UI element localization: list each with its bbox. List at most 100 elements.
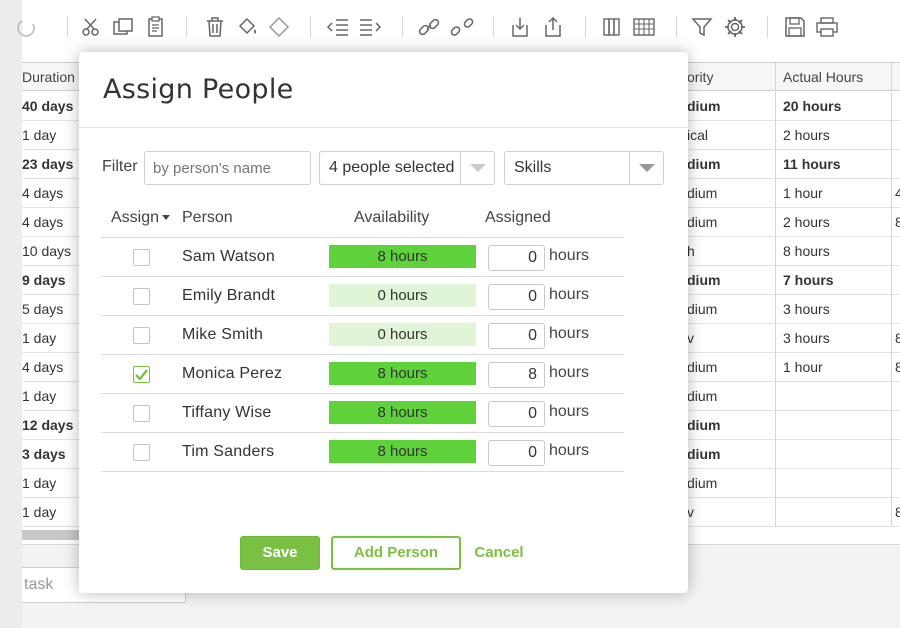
availability-bar: 0 hours [329, 323, 476, 346]
person-row: Tim Sanders 8 hours 0 hours [101, 433, 624, 472]
next-column-cell[interactable] [891, 411, 900, 440]
priority-cell[interactable]: h [687, 237, 775, 266]
priority-cell[interactable]: dium [687, 353, 775, 382]
next-column-cell[interactable]: 8 [891, 353, 900, 382]
actual-hours-cell[interactable]: 1 hour [775, 353, 891, 382]
actual-hours-cell[interactable]: 2 hours [775, 208, 891, 237]
assigned-hours-input[interactable]: 8 [488, 362, 545, 388]
people-select-dropdown[interactable]: 4 people selected [319, 151, 495, 185]
hours-unit-label: hours [549, 364, 590, 381]
actual-hours-cell[interactable] [775, 469, 891, 498]
priority-cell[interactable]: dium [687, 150, 775, 179]
assign-checkbox[interactable] [133, 249, 150, 266]
link-icon[interactable] [416, 14, 442, 40]
assigned-hours-input[interactable]: 0 [488, 245, 545, 271]
actual-hours-cell[interactable] [775, 498, 891, 527]
assign-checkbox[interactable] [133, 288, 150, 305]
priority-cell[interactable]: dium [687, 266, 775, 295]
save-button[interactable]: Save [240, 536, 320, 570]
filter-icon[interactable] [689, 14, 715, 40]
actual-hours-cell[interactable]: 1 hour [775, 179, 891, 208]
assign-checkbox[interactable] [133, 366, 150, 383]
cut-icon[interactable] [78, 14, 104, 40]
priority-cell[interactable]: ical [687, 121, 775, 150]
column-header-priority[interactable]: ority [687, 62, 775, 91]
priority-cell[interactable]: dium [687, 469, 775, 498]
next-column-cell[interactable]: 8 [891, 208, 900, 237]
assign-column-header[interactable]: Assign [111, 209, 171, 227]
unlink-icon[interactable] [449, 14, 475, 40]
next-column-cell[interactable]: 4 [891, 179, 900, 208]
fill-color-icon[interactable] [234, 14, 260, 40]
eraser-icon[interactable] [266, 14, 292, 40]
actual-hours-cell[interactable]: 8 hours [775, 237, 891, 266]
column-header-next[interactable] [891, 62, 900, 91]
assigned-hours-input[interactable]: 0 [488, 401, 545, 427]
settings-icon[interactable] [722, 14, 748, 40]
columns-icon[interactable] [599, 14, 625, 40]
assigned-hours-input[interactable]: 0 [488, 440, 545, 466]
assigned-hours-input[interactable]: 0 [488, 323, 545, 349]
actual-hours-cell[interactable]: 7 hours [775, 266, 891, 295]
chevron-down-icon[interactable] [460, 152, 494, 184]
actual-hours-cell[interactable]: 20 hours [775, 92, 891, 121]
indent-icon[interactable] [357, 14, 383, 40]
assign-checkbox[interactable] [133, 405, 150, 422]
copy-icon[interactable] [110, 14, 136, 40]
toolbar-separator [493, 16, 494, 38]
next-column-cell[interactable] [891, 295, 900, 324]
import-icon[interactable] [507, 14, 533, 40]
next-column-cell[interactable] [891, 469, 900, 498]
assigned-hours-input[interactable]: 0 [488, 284, 545, 310]
people-select-value: 4 people selected [329, 159, 455, 176]
priority-cell[interactable]: dium [687, 411, 775, 440]
actual-hours-cell[interactable]: 11 hours [775, 150, 891, 179]
priority-cell[interactable]: dium [687, 208, 775, 237]
actual-hours-cell[interactable] [775, 382, 891, 411]
priority-cell[interactable]: v [687, 324, 775, 353]
outdent-icon[interactable] [325, 14, 351, 40]
actual-hours-cell[interactable]: 3 hours [775, 295, 891, 324]
save-icon[interactable] [782, 14, 808, 40]
person-name: Sam Watson [182, 248, 275, 265]
print-icon[interactable] [814, 14, 840, 40]
next-column-cell[interactable] [891, 266, 900, 295]
next-column-cell[interactable]: 8 [891, 498, 900, 527]
person-name-filter-input[interactable] [144, 151, 311, 185]
priority-cell[interactable]: v [687, 498, 775, 527]
next-column-cell[interactable] [891, 382, 900, 411]
actual-hours-cell[interactable] [775, 440, 891, 469]
priority-cell[interactable]: dium [687, 382, 775, 411]
assign-checkbox[interactable] [133, 444, 150, 461]
priority-cell[interactable]: dium [687, 92, 775, 121]
next-column-cell[interactable] [891, 237, 900, 266]
next-column-cell[interactable] [891, 121, 900, 150]
paste-icon[interactable] [143, 14, 169, 40]
trash-icon[interactable] [202, 14, 228, 40]
next-column-cell[interactable] [891, 440, 900, 469]
priority-cell[interactable]: dium [687, 440, 775, 469]
actual-hours-cell[interactable]: 3 hours [775, 324, 891, 353]
actual-hours-cell[interactable] [775, 411, 891, 440]
redo-icon[interactable] [14, 14, 40, 40]
add-person-button[interactable]: Add Person [331, 536, 461, 570]
hours-unit-label: hours [549, 325, 590, 342]
hours-unit-label: hours [549, 286, 590, 303]
chevron-down-icon[interactable] [629, 152, 663, 184]
cancel-button[interactable]: Cancel [469, 536, 529, 570]
person-name: Monica Perez [182, 365, 283, 382]
actual-hours-cell[interactable]: 2 hours [775, 121, 891, 150]
export-icon[interactable] [540, 14, 566, 40]
grid-icon[interactable] [631, 14, 657, 40]
horizontal-scrollbar[interactable] [22, 530, 82, 540]
next-column-cell[interactable] [891, 92, 900, 121]
sort-caret-icon[interactable] [162, 215, 171, 221]
next-column-cell[interactable] [891, 150, 900, 179]
skills-select-dropdown[interactable]: Skills [504, 151, 664, 185]
next-column-cell[interactable]: 8 [891, 324, 900, 353]
assign-people-dialog: Assign People Filter 4 people selected S… [79, 52, 688, 593]
priority-cell[interactable]: dium [687, 179, 775, 208]
column-header-actual-hours[interactable]: Actual Hours [775, 62, 891, 91]
priority-cell[interactable]: dium [687, 295, 775, 324]
assign-checkbox[interactable] [133, 327, 150, 344]
